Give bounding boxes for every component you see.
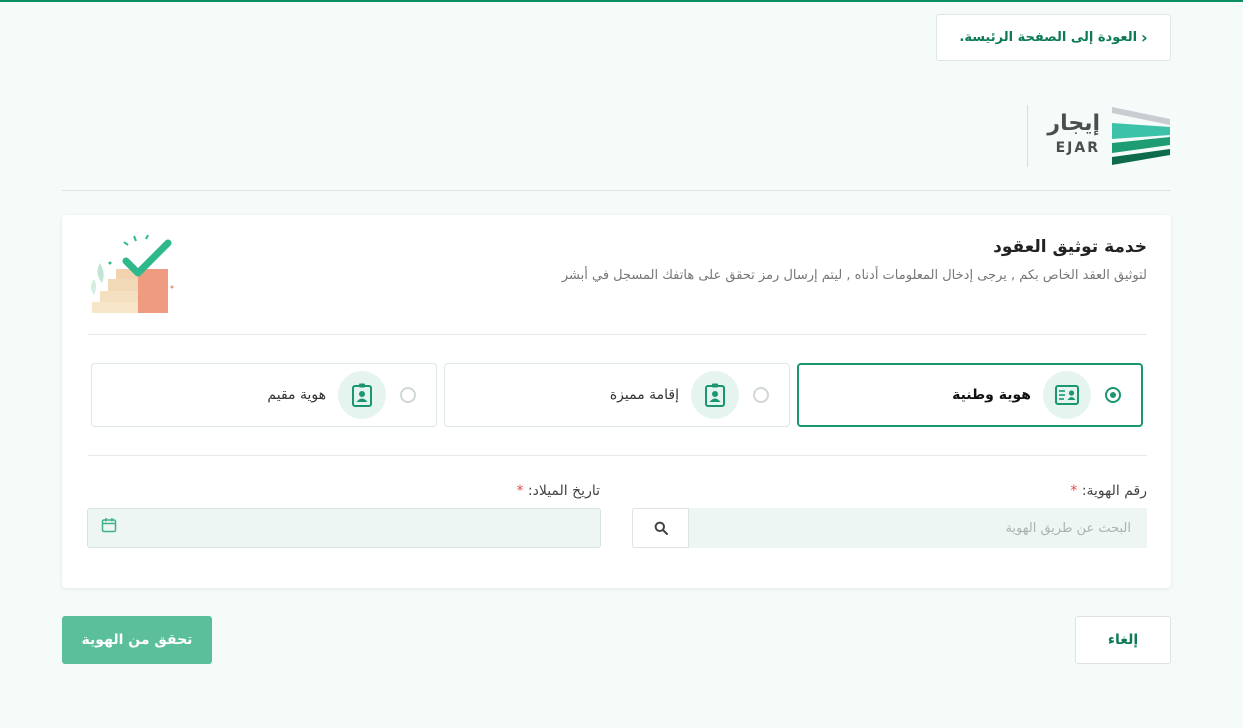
form-divider: [88, 455, 1147, 456]
card-subtitle: لتوثيق العقد الخاص بكم , يرجى إدخال المع…: [561, 268, 1147, 283]
birth-date-label: تاريخ الميلاد: *: [516, 483, 600, 499]
badge-id-icon: [691, 371, 739, 419]
back-to-home-label: العودة إلى الصفحة الرئيسة.: [959, 30, 1138, 45]
stairs-checkmark-illustration: [91, 235, 174, 313]
card-divider: [88, 334, 1147, 335]
radio-button[interactable]: [400, 387, 416, 403]
ejar-logo-mark: [1112, 107, 1170, 165]
search-icon: [654, 521, 668, 535]
id-type-resident-id[interactable]: هوية مقيم: [91, 363, 437, 427]
id-number-label: رقم الهوية: *: [1070, 483, 1147, 499]
required-asterisk: *: [1070, 483, 1078, 499]
badge-id-icon: [338, 371, 386, 419]
verify-identity-button[interactable]: تحقق من الهوية: [62, 616, 212, 664]
logo-divider: [1027, 105, 1028, 167]
birth-date-label-text: تاريخ الميلاد:: [527, 483, 600, 499]
search-button[interactable]: [632, 508, 689, 548]
id-type-premium-residency[interactable]: إقامة مميزة: [444, 363, 790, 427]
national-id-card-icon: [1043, 371, 1091, 419]
radio-button[interactable]: [753, 387, 769, 403]
id-type-label: هوية مقيم: [267, 387, 326, 403]
logo-arabic-text: إيجار: [1047, 111, 1100, 136]
birth-date-input[interactable]: [87, 508, 601, 548]
required-asterisk: *: [516, 483, 524, 499]
header-divider: [62, 190, 1171, 191]
calendar-icon: [101, 518, 117, 533]
card-title: خدمة توثيق العقود: [993, 237, 1147, 257]
id-type-label: إقامة مميزة: [609, 387, 679, 403]
cancel-button[interactable]: إلغاء: [1075, 616, 1171, 664]
logo-english-text: EJAR: [1055, 140, 1100, 156]
radio-button[interactable]: [1105, 387, 1121, 403]
chevron-right-icon: ‹: [1141, 27, 1148, 47]
id-number-input[interactable]: [688, 508, 1147, 548]
back-to-home-button[interactable]: ‹ العودة إلى الصفحة الرئيسة.: [936, 14, 1171, 61]
id-type-label: هوية وطنية: [952, 387, 1031, 403]
id-type-national-id[interactable]: هوية وطنية: [797, 363, 1143, 427]
id-number-label-text: رقم الهوية:: [1081, 483, 1147, 499]
